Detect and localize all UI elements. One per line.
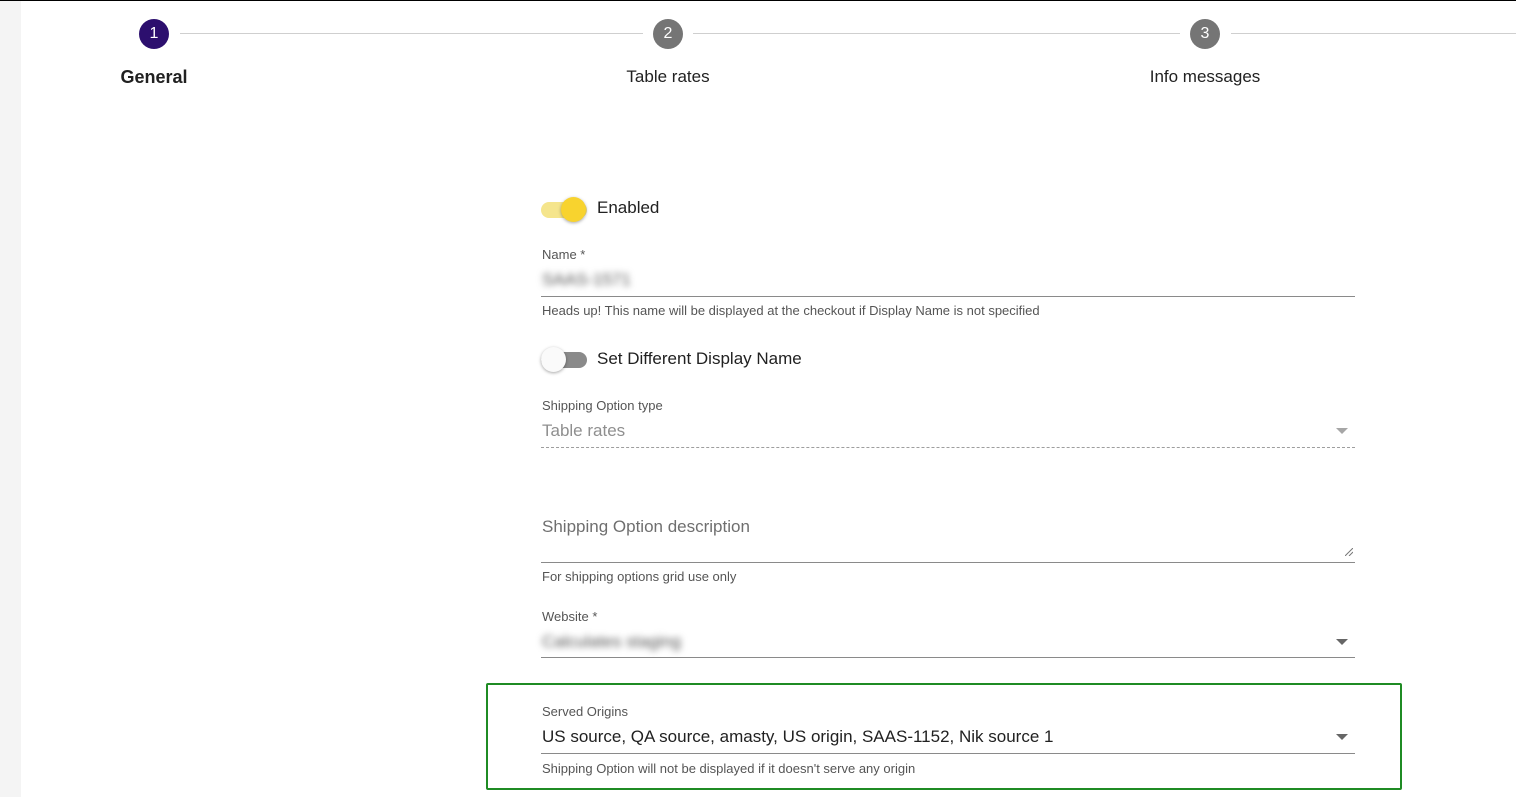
- shipping-option-type-label: Shipping Option type: [542, 398, 663, 413]
- display-name-toggle[interactable]: [541, 345, 587, 373]
- name-underline: [541, 296, 1355, 297]
- step-info-messages[interactable]: 3: [1190, 19, 1220, 49]
- chevron-down-icon[interactable]: [1336, 428, 1348, 434]
- name-input[interactable]: SAAS-1571: [542, 270, 631, 290]
- description-helper-text: For shipping options grid use only: [542, 569, 737, 584]
- enabled-label: Enabled: [597, 198, 660, 217]
- shipping-option-type-select[interactable]: Table rates: [542, 421, 625, 441]
- served-origins-select[interactable]: US source, QA source, amasty, US origin,…: [542, 727, 1053, 747]
- enabled-toggle[interactable]: [541, 195, 587, 223]
- step-general[interactable]: 1: [139, 19, 169, 49]
- step-table-rates[interactable]: 2: [653, 19, 683, 49]
- description-underline: [541, 562, 1355, 563]
- step-connector-2: [693, 33, 1180, 34]
- step-number: 2: [653, 19, 683, 49]
- toggle-thumb: [541, 347, 566, 372]
- resize-handle-icon[interactable]: [1345, 548, 1353, 556]
- website-field-label: Website *: [542, 609, 598, 624]
- description-textarea[interactable]: Shipping Option description: [542, 517, 750, 537]
- display-name-toggle-label: Set Different Display Name: [597, 349, 802, 368]
- step-number: 3: [1190, 19, 1220, 49]
- step-label-table-rates[interactable]: Table rates: [626, 67, 709, 87]
- served-origins-helper-text: Shipping Option will not be displayed if…: [542, 761, 916, 776]
- step-connector-1: [180, 33, 643, 34]
- toggle-thumb: [561, 197, 586, 222]
- left-sidebar-strip: [0, 1, 21, 797]
- served-origins-label: Served Origins: [542, 704, 628, 719]
- served-origins-underline: [541, 753, 1355, 754]
- shipping-option-type-underline: [541, 447, 1355, 448]
- step-label-general[interactable]: General: [120, 67, 187, 88]
- step-connector-3: [1231, 33, 1516, 34]
- name-helper-text: Heads up! This name will be displayed at…: [542, 303, 1040, 318]
- chevron-down-icon[interactable]: [1336, 734, 1348, 740]
- chevron-down-icon[interactable]: [1336, 639, 1348, 645]
- website-select[interactable]: Calculates staging: [542, 632, 681, 652]
- name-field-label: Name *: [542, 247, 586, 262]
- website-underline: [541, 657, 1355, 658]
- step-number: 1: [139, 19, 169, 49]
- window-top-border: [0, 0, 1516, 1]
- step-label-info-messages[interactable]: Info messages: [1150, 67, 1261, 87]
